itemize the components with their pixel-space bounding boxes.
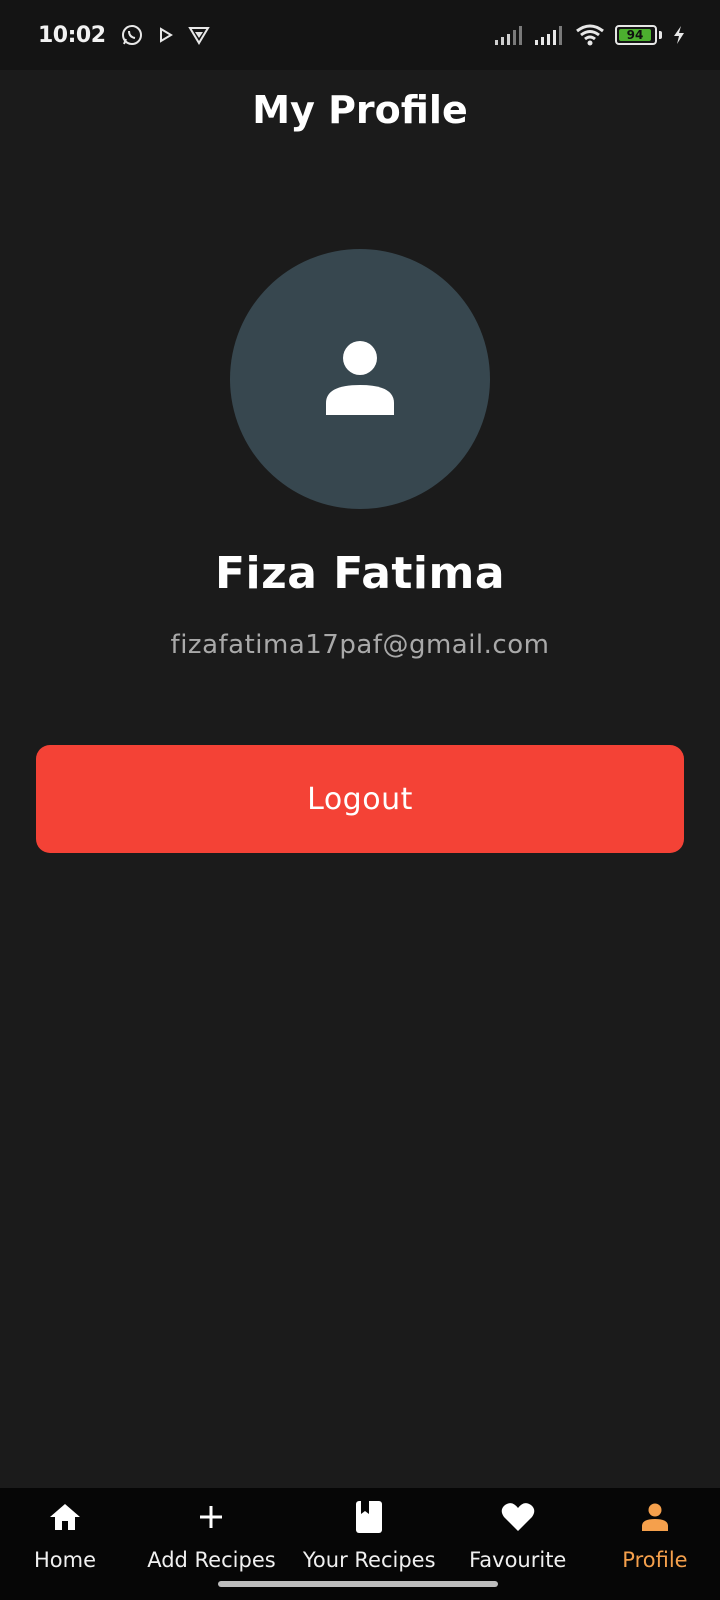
user-name: Fiza Fatima xyxy=(214,548,506,599)
home-icon xyxy=(49,1498,81,1536)
home-indicator[interactable] xyxy=(218,1581,498,1587)
battery-icon: 94 xyxy=(615,25,662,45)
signal-icon xyxy=(535,25,565,45)
status-right: 94 xyxy=(495,24,686,46)
heart-icon xyxy=(501,1498,535,1536)
book-icon xyxy=(355,1498,383,1536)
status-left: 10:02 xyxy=(38,23,210,48)
whatsapp-icon xyxy=(120,23,144,47)
plus-icon xyxy=(198,1498,224,1536)
nav-label: Your Recipes xyxy=(302,1548,436,1572)
nav-label: Favourite xyxy=(469,1548,567,1572)
page-title: My Profile xyxy=(252,88,468,132)
person-icon xyxy=(641,1498,669,1536)
profile-screen: 10:02 94 My Profile Fiza Fatima fizafati… xyxy=(0,0,720,1600)
status-time: 10:02 xyxy=(38,22,106,48)
battery-level: 94 xyxy=(619,28,651,42)
logout-button[interactable]: Logout xyxy=(36,745,684,853)
user-email: fizafatima17paf@gmail.com xyxy=(170,630,550,660)
avatar xyxy=(230,249,490,509)
signal-icon xyxy=(495,25,525,45)
nav-label: Home xyxy=(33,1548,96,1572)
nav-item-home[interactable]: Home xyxy=(10,1488,120,1600)
nav-label: Add Recipes xyxy=(147,1548,276,1572)
charging-icon xyxy=(672,25,686,45)
wifi-icon xyxy=(575,24,605,46)
nav-item-profile[interactable]: Profile xyxy=(600,1488,710,1600)
vpn-icon xyxy=(187,24,210,46)
play-icon xyxy=(158,26,174,44)
nav-label: Profile xyxy=(622,1548,688,1572)
person-icon xyxy=(322,339,398,419)
status-bar: 10:02 94 xyxy=(0,0,720,70)
